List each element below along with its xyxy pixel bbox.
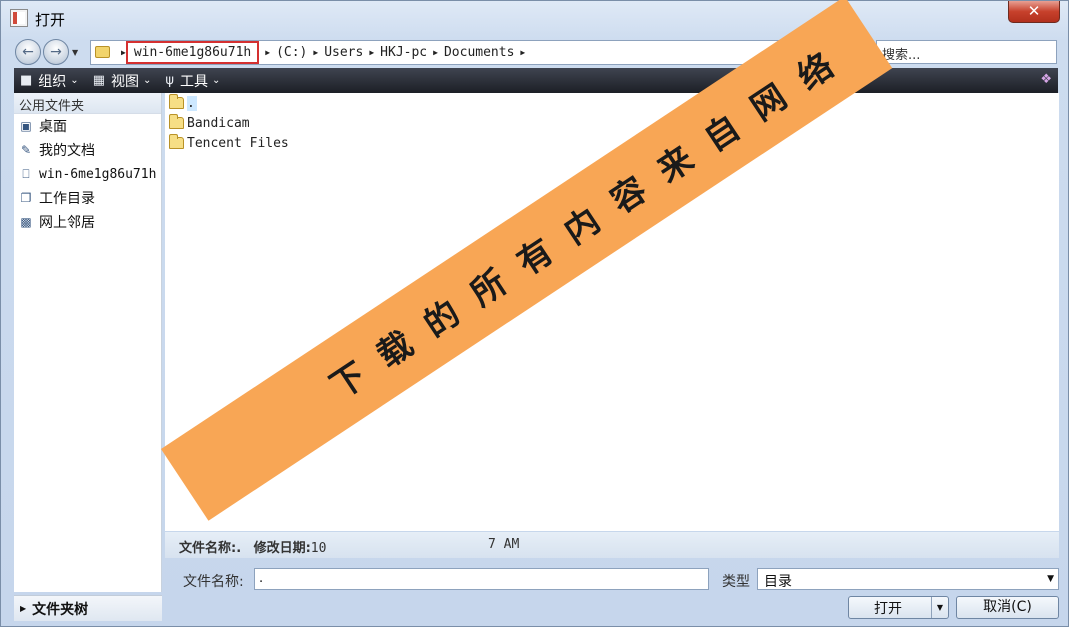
sidebar-item-label: 我的文档 <box>39 143 95 159</box>
chevron-down-icon: ▼ <box>1047 574 1054 584</box>
organize-menu[interactable]: ■ 组织 ⌄ <box>20 71 79 91</box>
list-item[interactable]: Bandicam <box>169 114 250 132</box>
open-button[interactable]: 打开 ▼ <box>848 596 949 619</box>
sidebar-item-computer[interactable]: ⎕ win-6me1g86u71h <box>14 162 161 186</box>
chevron-right-icon: ▶ <box>20 604 27 613</box>
desktop-icon: ▣ <box>20 119 32 133</box>
chevron-down-icon: ⌄ <box>142 75 152 86</box>
details-date-label: 修改日期: <box>253 541 311 556</box>
sidebar-item-documents[interactable]: ✎ 我的文档 <box>14 138 161 162</box>
organize-label: 组织 <box>38 73 67 90</box>
breadcrumb-drive[interactable]: (C:) <box>276 45 307 60</box>
view-menu[interactable]: ▦ 视图 ⌄ <box>93 71 152 91</box>
type-select[interactable]: 目录 ▼ <box>757 568 1059 590</box>
window-title: 打开 <box>35 11 66 29</box>
network-icon: ▩ <box>20 215 32 229</box>
details-date-start: 10 <box>310 541 327 556</box>
forward-arrow-icon[interactable]: → <box>43 39 69 65</box>
chevron-down-icon: ⌄ <box>211 75 221 86</box>
breadcrumb: ▶ win-6me1g86u71h ▶ (C:) ▶ Users ▶ HKJ-p… <box>115 41 531 64</box>
documents-icon: ✎ <box>20 143 32 157</box>
details-name-label: 文件名称: <box>179 541 237 556</box>
view-label: 视图 <box>110 73 139 90</box>
file-form: 文件名称: . 类型 目录 ▼ 打开 ▼ 取消(C) <box>165 558 1059 621</box>
breadcrumb-users[interactable]: Users <box>324 45 363 60</box>
sidebar-item-label: 工作目录 <box>39 191 95 207</box>
cancel-button[interactable]: 取消(C) <box>956 596 1059 619</box>
sidebar-item-label: 桌面 <box>39 119 67 135</box>
sidebar-header: 公用文件夹 <box>14 93 161 114</box>
view-grid-icon: ▦ <box>92 73 105 88</box>
workdir-icon: ❐ <box>20 191 32 205</box>
open-dialog: 打开 ✕ ← → ▼ ▶ win-6me1g86u71h ▶ (C:) ▶ Us… <box>0 0 1069 627</box>
list-item[interactable]: . <box>169 94 197 112</box>
folder-icon <box>169 94 184 109</box>
filename-input[interactable]: . <box>254 568 709 590</box>
tools-menu[interactable]: ψ 工具 ⌄ <box>165 71 220 91</box>
type-value: 目录 <box>764 574 792 590</box>
toolbar: ■ 组织 ⌄ ▦ 视图 ⌄ ψ 工具 ⌄ ❖ <box>14 68 1058 93</box>
back-arrow-icon[interactable]: ← <box>15 39 41 65</box>
details-date-end: 7 AM <box>488 537 520 552</box>
sidebar-item-workdir[interactable]: ❐ 工作目录 <box>14 186 161 210</box>
file-name: Tencent Files <box>187 135 289 151</box>
address-bar[interactable]: ▶ win-6me1g86u71h ▶ (C:) ▶ Users ▶ HKJ-p… <box>90 40 844 65</box>
folder-icon <box>95 46 110 58</box>
title-bar: 打开 ✕ <box>1 1 1068 35</box>
close-button[interactable]: ✕ <box>1008 1 1060 23</box>
folder-tree-label: 文件夹树 <box>32 601 89 618</box>
filename-label: 文件名称: <box>183 574 244 590</box>
chevron-right-icon[interactable]: ▶ <box>313 48 318 57</box>
tools-icon: ψ <box>165 73 174 88</box>
breadcrumb-documents[interactable]: Documents <box>444 45 514 60</box>
tools-label: 工具 <box>179 73 208 90</box>
folder-icon <box>169 114 184 129</box>
chevron-right-icon[interactable]: ▶ <box>265 48 270 57</box>
history-dropdown-icon[interactable]: ▼ <box>72 48 78 57</box>
chevron-right-icon[interactable]: ▶ <box>369 48 374 57</box>
folder-icon <box>169 134 184 149</box>
details-name-value: . <box>236 541 242 556</box>
chevron-right-icon[interactable]: ▶ <box>520 48 525 57</box>
breadcrumb-user[interactable]: HKJ-pc <box>380 45 427 60</box>
search-input[interactable]: 搜索... <box>876 40 1057 64</box>
type-label: 类型 <box>722 574 750 590</box>
sidebar-item-label: win-6me1g86u71h <box>39 166 157 182</box>
computer-icon: ⎕ <box>22 166 30 181</box>
list-item[interactable]: Tencent Files <box>169 134 289 152</box>
organize-icon: ■ <box>20 73 33 88</box>
open-options-dropdown-icon[interactable]: ▼ <box>931 597 948 618</box>
folder-tree-toggle[interactable]: ▶ 文件夹树 <box>14 595 162 621</box>
app-icon <box>10 9 28 27</box>
chevron-down-icon: ⌄ <box>70 75 79 86</box>
sidebar: 公用文件夹 ▣ 桌面 ✎ 我的文档 ⎕ win-6me1g86u71h ❐ 工作… <box>14 93 162 592</box>
file-name: Bandicam <box>187 115 250 131</box>
sidebar-item-desktop[interactable]: ▣ 桌面 <box>14 114 161 138</box>
sidebar-item-network[interactable]: ▩ 网上邻居 <box>14 210 161 234</box>
help-icon[interactable]: ❖ <box>1040 72 1052 87</box>
sidebar-item-label: 网上邻居 <box>39 215 95 231</box>
details-bar: 文件名称:. 修改日期:10 7 AM <box>165 532 1059 558</box>
chevron-right-icon[interactable]: ▶ <box>433 48 438 57</box>
breadcrumb-host[interactable]: win-6me1g86u71h <box>125 41 260 64</box>
open-button-label: 打开 <box>874 600 902 617</box>
file-name: . <box>187 95 197 111</box>
